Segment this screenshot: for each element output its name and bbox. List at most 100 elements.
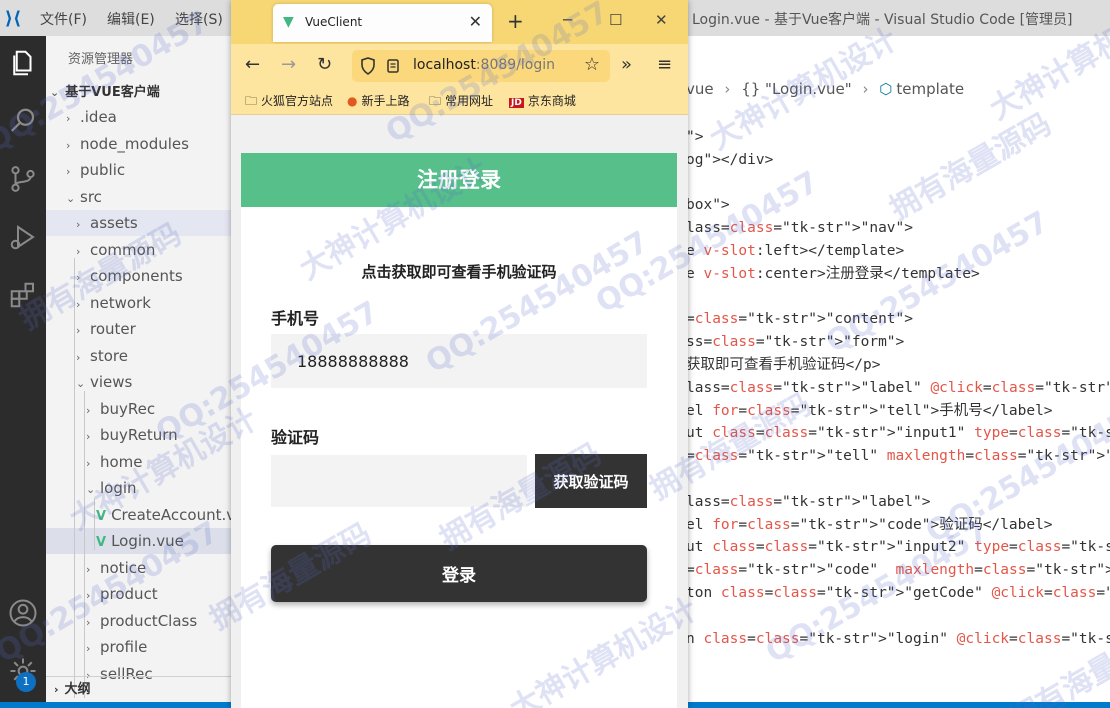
firefox-icon: ● bbox=[347, 94, 358, 108]
tab-title: VueClient bbox=[305, 15, 363, 29]
tree-item[interactable]: › assets bbox=[46, 210, 234, 236]
activity-bar: 1 bbox=[0, 36, 46, 708]
shield-icon[interactable] bbox=[360, 57, 376, 75]
run-debug-icon[interactable] bbox=[4, 218, 42, 256]
chevron-right-icon: › bbox=[86, 456, 91, 470]
tree-item-label: notice bbox=[100, 558, 147, 577]
forward-arrow-icon[interactable]: → bbox=[281, 55, 296, 75]
explorer-panel: 资源管理器 ⌄ 基于VUE客户端 › .idea › node_modules › publ… bbox=[46, 36, 254, 708]
tree-item-label: login bbox=[100, 479, 137, 497]
extensions-icon[interactable] bbox=[4, 276, 42, 314]
code-line: =class="tk-str">"tell" maxlength=class="… bbox=[686, 448, 1110, 465]
tree-item-label: public bbox=[80, 161, 126, 179]
phone-label[interactable]: 手机号 bbox=[271, 305, 319, 329]
url-text[interactable]: localhost:8089/login bbox=[413, 57, 555, 73]
code-line: lass=class="tk-str">"label"> bbox=[686, 493, 931, 510]
tree-item-label: router bbox=[90, 320, 136, 338]
breadcrumb-object[interactable]: {} "Login.vue" bbox=[741, 80, 852, 98]
tree-item-label: src bbox=[80, 187, 102, 206]
tree-item-label: network bbox=[90, 293, 151, 312]
code-editor[interactable]: "> og"></div> box"> lass=class="tk-str">"na… bbox=[686, 126, 1110, 702]
code-line: =class="tk-str">"content"> bbox=[686, 311, 913, 328]
code-line: og"></div> bbox=[686, 151, 774, 168]
breadcrumb-file[interactable]: vue bbox=[686, 80, 714, 98]
chevron-down-icon: ⌄ bbox=[66, 191, 76, 205]
settings-badge: 1 bbox=[16, 672, 36, 692]
window-title: Login.vue - 基于Vue客户端 - Visual Studio Cod… bbox=[692, 12, 1073, 28]
workspace-root[interactable]: ⌄ 基于VUE客户端 bbox=[50, 81, 160, 100]
tree-item-label: node_modules bbox=[80, 134, 189, 153]
menu-selection[interactable]: 选择(S) bbox=[175, 9, 223, 29]
bookmark-item[interactable]: JD 京东商城 bbox=[509, 92, 576, 109]
bookmark-item[interactable]: ● 新手上路 bbox=[347, 92, 410, 109]
navigation-toolbar: ← → ↻ localhost:8089/login ☆ » ≡ bbox=[231, 44, 688, 88]
code-line: ton class=class="tk-str">"getCode" @clic… bbox=[686, 585, 1110, 601]
chevron-down-icon: ⌄ bbox=[50, 86, 60, 99]
breadcrumb-separator: › bbox=[862, 80, 869, 98]
reload-icon[interactable]: ↻ bbox=[317, 55, 332, 75]
bookmark-item[interactable]: 🗀 常用网址 bbox=[429, 92, 493, 113]
folder-icon: 🗀 bbox=[429, 94, 442, 108]
tree-item-label: buyRec bbox=[100, 399, 156, 418]
minimize-icon[interactable]: ─ bbox=[563, 11, 572, 29]
tree-item[interactable]: › .idea bbox=[46, 104, 234, 130]
menu-edit[interactable]: 编辑(E) bbox=[107, 9, 155, 29]
jd-icon: JD bbox=[509, 98, 524, 108]
code-line: box"> bbox=[686, 197, 730, 214]
tree-item[interactable]: › public bbox=[46, 157, 234, 183]
hamburger-menu-icon[interactable]: ≡ bbox=[657, 55, 672, 75]
new-tab-button[interactable]: + bbox=[507, 10, 524, 32]
workspace-root-label: 基于VUE客户端 bbox=[65, 85, 160, 100]
bookmark-item[interactable]: 🗀 火狐官方站点 bbox=[245, 92, 333, 113]
account-icon[interactable] bbox=[4, 594, 42, 632]
bookmark-star-icon[interactable]: ☆ bbox=[584, 54, 600, 75]
tree-item-label: Login.vue bbox=[111, 532, 184, 550]
chevron-right-icon: › bbox=[76, 244, 81, 258]
phone-input[interactable] bbox=[271, 334, 647, 388]
back-arrow-icon[interactable]: ← bbox=[245, 55, 260, 75]
tree-item-label: product bbox=[100, 585, 158, 603]
window-close-icon[interactable]: ✕ bbox=[655, 11, 668, 29]
maximize-icon[interactable]: ☐ bbox=[609, 11, 622, 29]
explorer-icon[interactable] bbox=[4, 44, 42, 82]
search-icon[interactable] bbox=[4, 102, 42, 140]
code-line: e v-slot:center>注册登录</template> bbox=[686, 265, 980, 282]
code-label: 验证码 bbox=[271, 428, 320, 447]
tree-item-label: store bbox=[90, 346, 128, 365]
tree-item-label: .idea bbox=[80, 108, 117, 126]
tab-close-icon[interactable]: ✕ bbox=[469, 12, 482, 31]
chevron-right-icon: › bbox=[76, 218, 81, 231]
bookmarks-toolbar: 🗀 火狐官方站点 ● 新手上路 🗀 常用网址 JD 京东商城 bbox=[231, 88, 688, 115]
get-code-button[interactable]: 获取验证码 bbox=[535, 454, 647, 508]
tree-item-label: productClass bbox=[100, 611, 198, 630]
chevron-right-icon: › bbox=[86, 589, 91, 602]
tree-item-label: assets bbox=[90, 214, 138, 232]
tab-vueclient[interactable]: ▼ VueClient ✕ bbox=[273, 4, 492, 42]
source-control-icon[interactable] bbox=[4, 160, 42, 198]
url-host: localhost bbox=[413, 57, 476, 73]
firefox-window: ▼ VueClient ✕ + ─ ☐ ✕ ← → ↻ localhost:80… bbox=[231, 0, 688, 708]
chevron-right-icon: › bbox=[86, 430, 91, 443]
code-input[interactable] bbox=[271, 455, 527, 507]
overflow-chevron-icon[interactable]: » bbox=[621, 55, 632, 75]
chevron-right-icon: › bbox=[86, 403, 91, 417]
menu-file[interactable]: 文件(F) bbox=[40, 9, 87, 29]
login-button[interactable]: 登录 bbox=[271, 545, 647, 602]
tree-indent-guide bbox=[94, 498, 95, 550]
outline-section[interactable]: › 大纲 bbox=[46, 676, 234, 703]
breadcrumb-template[interactable]: template bbox=[896, 80, 964, 98]
chevron-right-icon: › bbox=[76, 271, 81, 284]
page-title: 注册登录 bbox=[241, 153, 677, 207]
chevron-right-icon: › bbox=[76, 297, 81, 311]
chevron-down-icon: ⌄ bbox=[76, 377, 86, 390]
tree-item[interactable]: ⌄ src bbox=[46, 184, 234, 210]
code-line: el for=class="tk-str">"code">验证码</label> bbox=[686, 516, 1053, 533]
url-bar[interactable]: localhost:8089/login ☆ bbox=[352, 50, 610, 82]
code-line: "> bbox=[686, 129, 704, 145]
chevron-right-icon: › bbox=[76, 350, 81, 364]
chevron-right-icon: › bbox=[66, 112, 71, 125]
page-info-icon[interactable] bbox=[386, 58, 400, 74]
tree-item[interactable]: › node_modules bbox=[46, 131, 234, 157]
tree-item-label: common bbox=[90, 240, 156, 259]
form-tip: 点击获取即可查看手机验证码 bbox=[361, 263, 557, 281]
